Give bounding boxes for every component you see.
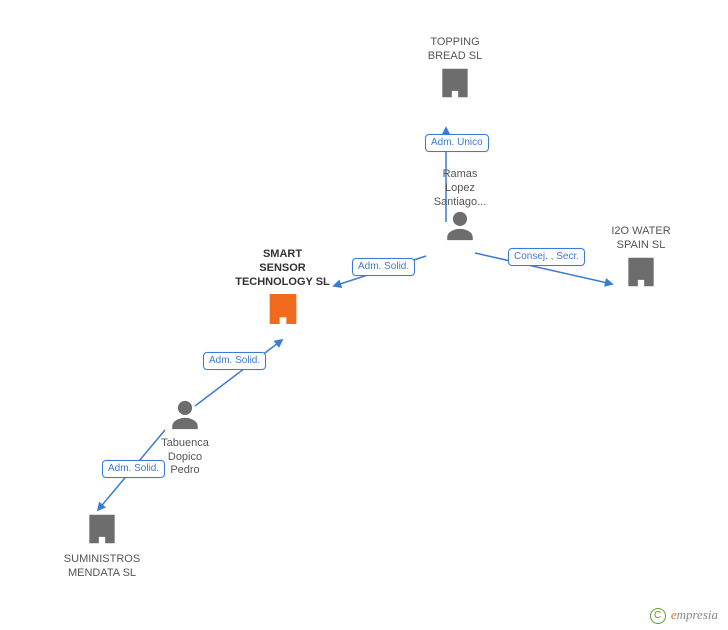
person-icon [443, 209, 477, 248]
relation-adm-unico[interactable]: Adm. Unico [425, 134, 489, 152]
copyright-icon: C [650, 608, 666, 624]
relation-label: Consej. , Secr. [514, 251, 579, 262]
node-i2o-water[interactable]: I2O WATER SPAIN SL [586, 225, 696, 295]
node-label: I2O WATER SPAIN SL [586, 225, 696, 253]
brand-rest: mpresia [677, 607, 718, 622]
building-icon [83, 510, 121, 553]
building-icon [622, 253, 660, 296]
edge-tabuenca-to-smartsensor [195, 340, 282, 406]
building-icon [263, 289, 303, 334]
node-label: Ramas Lopez Santiago... [405, 168, 515, 209]
relation-label: Adm. Unico [431, 137, 483, 148]
building-icon [436, 64, 474, 107]
relation-consej-secr[interactable]: Consej. , Secr. [508, 248, 585, 266]
node-topping-bread[interactable]: TOPPING BREAD SL [400, 36, 510, 106]
node-label: SUMINISTROS MENDATA SL [42, 553, 162, 581]
node-smart-sensor[interactable]: SMART SENSOR TECHNOLOGY SL [215, 248, 350, 334]
relation-adm-solid-2[interactable]: Adm. Solid. [203, 352, 266, 370]
relation-label: Adm. Solid. [358, 261, 409, 272]
node-label: SMART SENSOR TECHNOLOGY SL [215, 248, 350, 289]
person-icon [168, 398, 202, 437]
relation-label: Adm. Solid. [108, 463, 159, 474]
node-suministros[interactable]: SUMINISTROS MENDATA SL [42, 510, 162, 580]
node-ramas-lopez[interactable]: Ramas Lopez Santiago... [405, 168, 515, 248]
footer-brand: C empresia [650, 607, 718, 624]
relation-adm-solid-1[interactable]: Adm. Solid. [352, 258, 415, 276]
relation-adm-solid-3[interactable]: Adm. Solid. [102, 460, 165, 478]
relation-label: Adm. Solid. [209, 355, 260, 366]
node-label: TOPPING BREAD SL [400, 36, 510, 64]
